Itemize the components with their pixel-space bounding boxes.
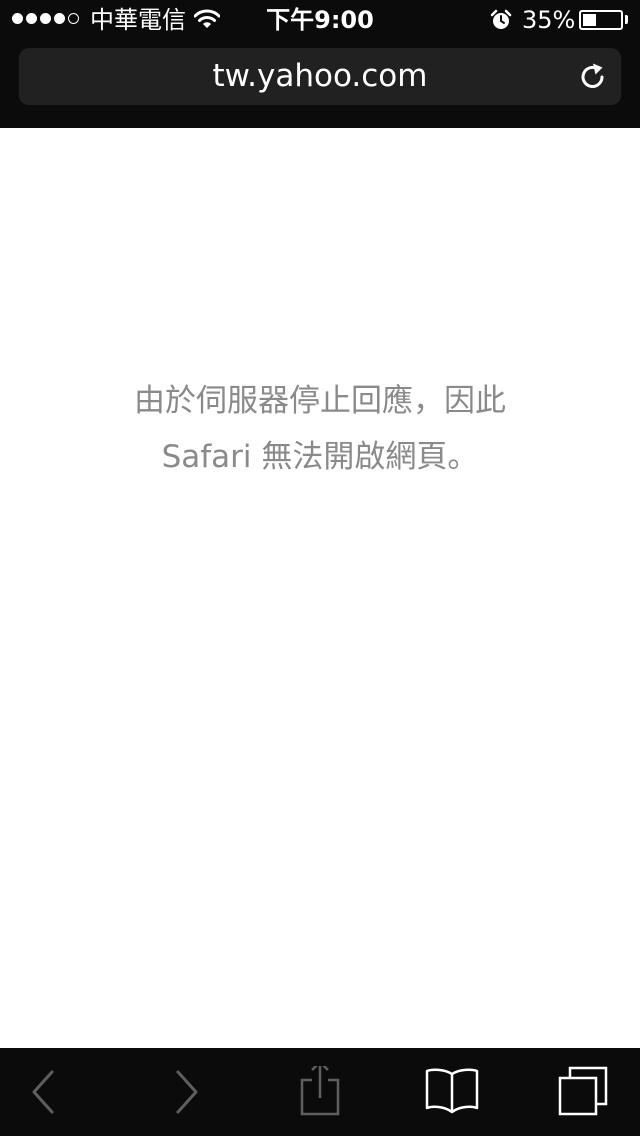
reload-icon[interactable] <box>577 61 609 93</box>
alarm-icon <box>490 9 512 29</box>
error-message-line-1: 由於伺服器停止回應，因此 <box>134 383 506 419</box>
url-text[interactable]: tw.yahoo.com <box>19 59 621 93</box>
battery-percent: 35% <box>522 6 576 34</box>
error-message-line-2: Safari 無法開啟網頁。 <box>161 439 479 475</box>
bottom-toolbar <box>0 1048 640 1136</box>
top-chrome: 中華電信 下午9:00 35% tw.yahoo.com <box>0 0 640 128</box>
address-bar[interactable]: tw.yahoo.com <box>19 48 621 105</box>
tabs-icon[interactable] <box>552 1066 612 1122</box>
error-message: 由於伺服器停止回應，因此 Safari 無法開啟網頁。 <box>60 373 580 485</box>
forward-icon[interactable] <box>156 1066 216 1122</box>
battery-tip <box>625 15 628 24</box>
battery-icon <box>579 10 623 30</box>
safari-screen: 中華電信 下午9:00 35% tw.yahoo.com 由於伺服器停止回應，因… <box>0 0 640 1136</box>
battery-fill <box>583 14 596 26</box>
page-content: 由於伺服器停止回應，因此 Safari 無法開啟網頁。 <box>0 128 640 1048</box>
back-icon[interactable] <box>14 1066 74 1122</box>
bookmarks-icon[interactable] <box>422 1066 482 1122</box>
status-bar: 中華電信 下午9:00 35% <box>0 0 640 40</box>
share-icon[interactable] <box>290 1066 350 1122</box>
